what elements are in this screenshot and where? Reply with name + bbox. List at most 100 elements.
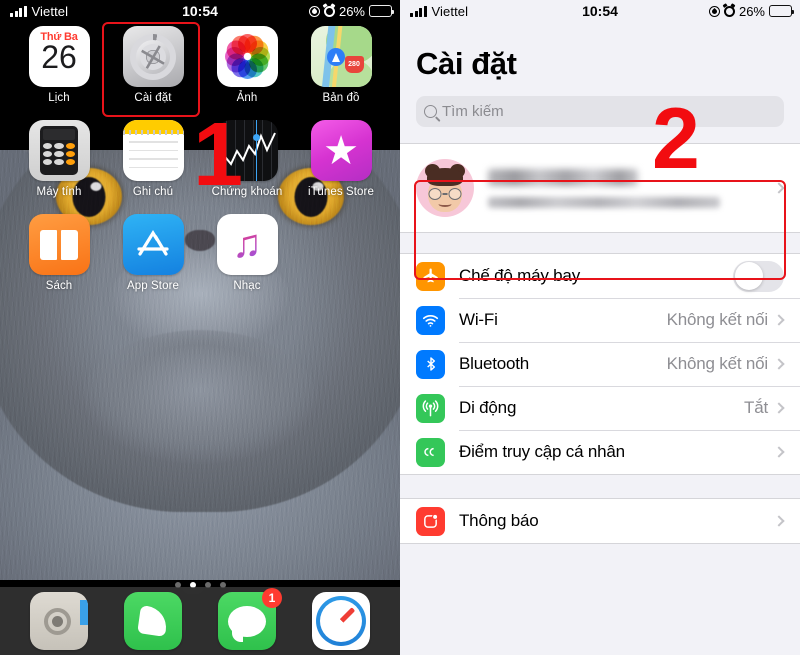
app-label: Sách	[45, 280, 73, 292]
maps-icon: 280	[310, 26, 372, 87]
settings-row-cellular[interactable]: Di động Tắt	[400, 386, 800, 430]
books-icon	[28, 214, 90, 275]
wifi-icon	[416, 305, 445, 335]
row-value: Không kết nối	[666, 310, 769, 329]
app-notes[interactable]: Ghi chú	[106, 120, 200, 214]
dock-item-safari[interactable]	[294, 592, 388, 650]
music-icon: ♫	[216, 214, 278, 275]
airplane-mode-toggle[interactable]	[733, 260, 784, 292]
battery-percent-label: 26%	[338, 3, 365, 19]
search-field-wrapper: Tìm kiếm	[400, 82, 800, 127]
calendar-day: 26	[41, 39, 77, 75]
search-placeholder: Tìm kiếm	[442, 103, 504, 120]
row-label: Di động	[459, 398, 517, 417]
row-label: Bluetooth	[459, 354, 530, 373]
phone-handset-icon	[124, 592, 182, 650]
screenshot-root: Viettel 10:54 26% Thứ Ba 26 Lịch Cài đặt…	[0, 0, 800, 655]
search-icon	[424, 105, 437, 118]
app-label: Bản đồ	[322, 92, 360, 104]
status-bar-left: Viettel 10:54 26%	[0, 0, 400, 22]
row-label: Chế độ máy bay	[459, 266, 580, 285]
step-2-marker: 2	[652, 91, 700, 187]
app-calendar[interactable]: Thứ Ba 26 Lịch	[12, 26, 106, 120]
battery-icon	[769, 5, 795, 17]
status-bar-right: Viettel 10:54 26%	[400, 0, 800, 22]
personal-hotspot-icon	[416, 437, 445, 467]
notifications-group: Thông báo	[400, 498, 800, 544]
location-arrow-icon	[708, 5, 720, 17]
photos-icon	[216, 26, 278, 87]
app-row-3: Sách App Store ♫ Nhạc	[0, 214, 400, 308]
chevron-right-icon	[773, 402, 785, 414]
app-music[interactable]: ♫ Nhạc	[200, 214, 294, 308]
alarm-clock-icon	[723, 5, 735, 17]
settings-row-notifications[interactable]: Thông báo	[400, 499, 800, 543]
chevron-right-icon	[773, 358, 785, 370]
app-label: Ghi chú	[132, 186, 174, 198]
memoji-avatar	[416, 159, 474, 217]
app-books[interactable]: Sách	[12, 214, 106, 308]
account-name-redacted	[488, 168, 638, 186]
page-title: Cài đặt	[416, 46, 517, 81]
settings-row-wifi[interactable]: Wi-Fi Không kết nối	[400, 298, 800, 342]
bluetooth-icon	[416, 349, 445, 379]
account-text	[488, 168, 775, 208]
settings-gear-icon	[122, 26, 184, 87]
camera-icon	[30, 592, 88, 650]
app-label: Lịch	[48, 92, 70, 104]
app-app-store[interactable]: App Store	[106, 214, 200, 308]
battery-icon	[369, 5, 395, 17]
row-label: Thông báo	[459, 511, 539, 530]
row-value: Không kết nối	[666, 354, 769, 373]
notes-icon	[122, 120, 184, 181]
account-subtitle-redacted	[488, 196, 720, 208]
notifications-icon	[416, 506, 445, 536]
dock-item-messages[interactable]: 1	[200, 588, 294, 650]
step-1-marker: 1	[193, 105, 244, 205]
calendar-icon: Thứ Ba 26	[28, 26, 90, 87]
app-label: Cài đặt	[134, 92, 172, 104]
app-settings[interactable]: Cài đặt	[106, 26, 200, 120]
settings-row-airplane-mode[interactable]: Chế độ máy bay	[400, 254, 800, 298]
settings-row-personal-hotspot[interactable]: Điểm truy cập cá nhân	[400, 430, 800, 474]
dock: 1	[0, 587, 400, 655]
app-label: Ảnh	[236, 92, 258, 104]
app-label: Nhạc	[233, 280, 261, 292]
dock-item-camera[interactable]	[12, 592, 106, 650]
maps-route-number: 280	[344, 56, 364, 73]
app-calculator[interactable]: Máy tính	[12, 120, 106, 214]
chevron-right-icon	[773, 515, 785, 527]
iphone-settings-pane: Viettel 10:54 26% Cài đặt Tìm kiếm Chế đ…	[400, 0, 800, 655]
row-value: Tắt	[744, 398, 768, 417]
itunes-store-icon: ★	[310, 120, 372, 181]
group-gap	[400, 475, 800, 498]
iphone-home-screen-pane: Viettel 10:54 26% Thứ Ba 26 Lịch Cài đặt…	[0, 0, 400, 655]
chevron-right-icon	[773, 182, 785, 194]
app-store-icon	[122, 214, 184, 275]
app-label: iTunes Store	[308, 186, 374, 198]
row-label: Điểm truy cập cá nhân	[459, 442, 625, 461]
app-label: Máy tính	[36, 186, 82, 198]
battery-percent-label: 26%	[738, 3, 765, 19]
connectivity-group: Chế độ máy bay Wi-Fi Không kết nối Bluet…	[400, 253, 800, 475]
dock-item-phone[interactable]	[106, 592, 200, 650]
app-maps[interactable]: 280 Bản đồ	[294, 26, 388, 120]
chevron-right-icon	[773, 446, 785, 458]
app-empty-slot	[294, 214, 388, 308]
location-arrow-icon	[308, 5, 320, 17]
account-group	[400, 143, 800, 233]
safari-compass-icon	[312, 592, 370, 650]
calculator-icon	[28, 120, 90, 181]
app-label: App Store	[126, 280, 180, 292]
chevron-right-icon	[773, 314, 785, 326]
cellular-antenna-icon	[416, 393, 445, 423]
app-itunes-store[interactable]: ★ iTunes Store	[294, 120, 388, 214]
settings-scroll-view[interactable]: Cài đặt Tìm kiếm Chế độ máy bay Wi-Fi Kh…	[400, 22, 800, 655]
row-label: Wi-Fi	[459, 310, 498, 329]
messages-badge: 1	[262, 588, 282, 608]
search-input[interactable]: Tìm kiếm	[416, 96, 784, 127]
airplane-icon	[416, 261, 445, 291]
alarm-clock-icon	[323, 5, 335, 17]
settings-row-bluetooth[interactable]: Bluetooth Không kết nối	[400, 342, 800, 386]
apple-id-account-row[interactable]	[400, 144, 800, 232]
